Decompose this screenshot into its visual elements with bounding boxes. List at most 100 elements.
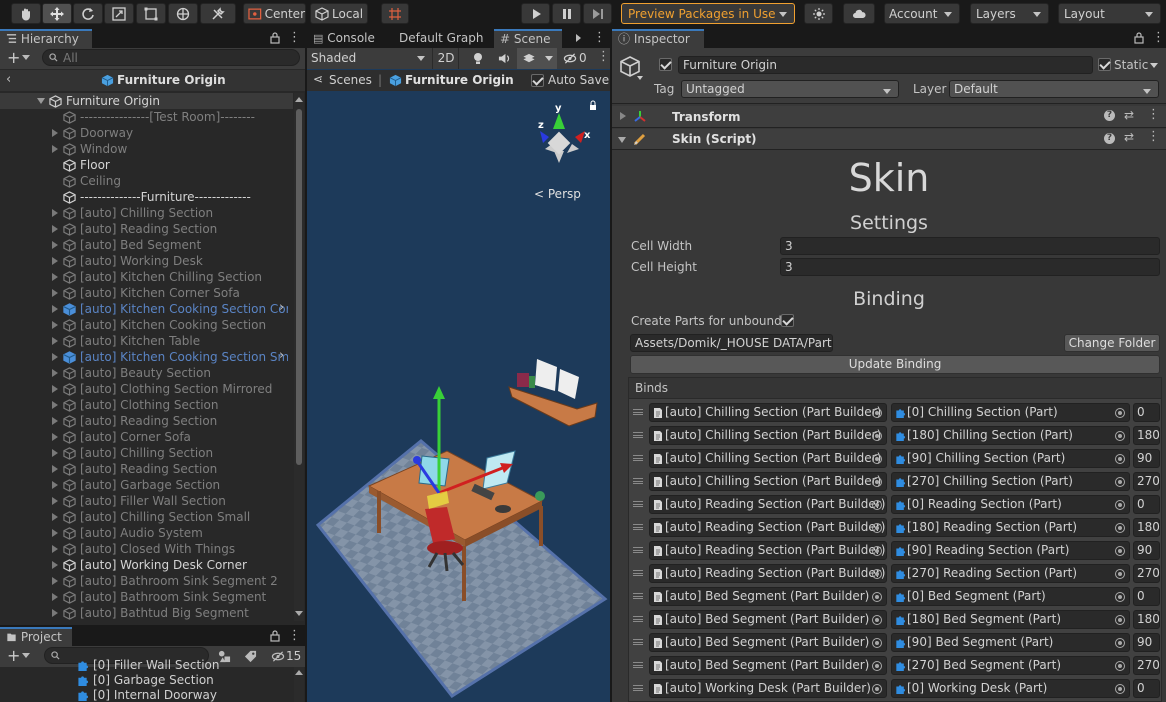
back-arrow-icon[interactable]: ‹ [6,72,11,87]
hierarchy-item[interactable]: Doorway [0,125,290,141]
rotation-input[interactable]: 180 [1133,518,1160,537]
create-parts-checkbox[interactable] [781,314,794,327]
projection-label[interactable]: < Persp [534,186,581,202]
part-field[interactable]: [90] Chilling Section (Part) [891,449,1130,468]
expand-arrow-icon[interactable] [52,513,58,521]
object-picker-icon[interactable] [872,592,882,602]
preview-packages-dropdown[interactable]: Preview Packages in Use [621,3,795,24]
expand-arrow-icon[interactable] [52,529,58,537]
expand-arrow-icon[interactable] [52,417,58,425]
rotation-input[interactable]: 0 [1133,403,1160,422]
hierarchy-item[interactable]: [auto] Kitchen Cooking Section [0,317,290,333]
add-dropdown-icon[interactable] [22,55,30,60]
object-picker-icon[interactable] [1115,661,1125,671]
tabs-overflow-icon[interactable] [576,34,581,42]
bind-row[interactable]: [auto] Bed Segment (Part Builder) [0] Bed… [629,586,1160,607]
open-prefab-chevron-icon[interactable]: › [279,348,284,363]
hierarchy-root-row[interactable]: Furniture Origin [0,93,293,109]
bind-row[interactable]: [auto] Reading Section (Part Builder) [90… [629,540,1160,561]
expand-arrow-icon[interactable] [52,401,58,409]
expand-arrow-icon[interactable] [52,545,58,553]
drag-handle-icon[interactable] [633,409,643,415]
hierarchy-search-input[interactable]: All [42,49,300,66]
object-picker-icon[interactable] [872,569,882,579]
expand-arrow-icon[interactable] [37,98,45,104]
skin-foldout-icon[interactable] [618,137,626,143]
step-button[interactable] [583,3,612,24]
bind-row[interactable]: [auto] Working Desk (Part Builder) [0] Wo… [629,678,1160,699]
hierarchy-item[interactable]: [auto] Garbage Section [0,477,290,493]
pivot-mode-button[interactable]: Center [243,3,306,24]
effects-dropdown[interactable] [517,48,557,69]
transform-component-header[interactable]: Transform ? ⇄ ⋮ [612,106,1166,128]
scroll-down-icon[interactable] [295,611,303,616]
project-lock-icon[interactable] [270,630,280,642]
rect-tool-button[interactable] [136,3,166,24]
part-builder-field[interactable]: [auto] Bed Segment (Part Builder) [649,656,887,675]
tab-scene[interactable]: # Scene [494,29,562,48]
2d-mode-button[interactable]: 2D [434,48,459,69]
expand-arrow-icon[interactable] [52,225,58,233]
expand-arrow-icon[interactable] [52,497,58,505]
part-field[interactable]: [0] Reading Section (Part) [891,495,1130,514]
drag-handle-icon[interactable] [633,501,643,507]
bind-row[interactable]: [auto] Chilling Section (Part Builder) [2… [629,471,1160,492]
breadcrumb-scenes[interactable]: Scenes [329,72,372,88]
object-picker-icon[interactable] [872,523,882,533]
breadcrumb-prefab[interactable]: Furniture Origin [405,72,514,88]
rotation-input[interactable]: 90 [1133,541,1160,560]
expand-arrow-icon[interactable] [52,289,58,297]
collab-button[interactable] [804,3,833,24]
object-picker-icon[interactable] [1115,431,1125,441]
hierarchy-item[interactable]: [auto] Kitchen Table [0,333,290,349]
hierarchy-item[interactable]: [auto] Clothing Section Mirrored [0,381,290,397]
object-picker-icon[interactable] [1115,454,1125,464]
add-icon[interactable]: + [7,48,20,67]
part-builder-field[interactable]: [auto] Bed Segment (Part Builder) [649,610,887,629]
hierarchy-item[interactable]: [auto] Bed Segment [0,237,290,253]
object-picker-icon[interactable] [1115,408,1125,418]
hierarchy-item[interactable]: [auto] Filler Wall Section [0,493,290,509]
part-field[interactable]: [270] Reading Section (Part) [891,564,1130,583]
object-picker-icon[interactable] [872,661,882,671]
expand-arrow-icon[interactable] [52,305,58,313]
skin-presets-icon[interactable]: ⇄ [1124,130,1134,144]
tab-inspector[interactable]: ⓘ Inspector [612,29,704,48]
part-field[interactable]: [90] Bed Segment (Part) [891,633,1130,652]
rotation-input[interactable]: 0 [1133,587,1160,606]
bind-row[interactable]: [auto] Reading Section (Part Builder) [18… [629,517,1160,538]
scene-more-icon[interactable]: ⋮ [593,30,606,45]
part-builder-field[interactable]: [auto] Chilling Section (Part Builder) [649,403,887,422]
more-options-icon[interactable]: ⋮ [288,30,301,45]
object-picker-icon[interactable] [872,500,882,510]
part-builder-field[interactable]: [auto] Working Desk (Part Builder) [649,679,887,698]
layout-dropdown[interactable]: Layout [1058,3,1161,24]
play-button[interactable] [521,3,550,24]
expand-arrow-icon[interactable] [52,273,58,281]
rotation-input[interactable]: 180 [1133,610,1160,629]
part-field[interactable]: [0] Working Desk (Part) [891,679,1130,698]
part-field[interactable]: [90] Reading Section (Part) [891,541,1130,560]
cell-height-input[interactable]: 3 [780,258,1160,276]
part-builder-field[interactable]: [auto] Reading Section (Part Builder) [649,541,887,560]
drag-handle-icon[interactable] [633,616,643,622]
part-field[interactable]: [0] Chilling Section (Part) [891,403,1130,422]
hierarchy-item[interactable]: [auto] Reading Section [0,413,290,429]
project-item[interactable]: [0] Filler Wall Section [0,658,290,673]
part-field[interactable]: [180] Bed Segment (Part) [891,610,1130,629]
folder-path-input[interactable]: Assets/Domik/_HOUSE DATA/Parts [630,334,833,352]
expand-arrow-icon[interactable] [52,369,58,377]
rotation-input[interactable]: 0 [1133,679,1160,698]
hidden-objects-toggle[interactable]: 0 [560,48,592,69]
hierarchy-item[interactable]: --------------Furniture------------- [0,189,290,205]
drag-handle-icon[interactable] [633,639,643,645]
lock-icon[interactable] [270,32,280,44]
tab-hierarchy[interactable]: Hierarchy [0,29,92,48]
project-item[interactable]: [0] Internal Doorway [0,688,290,702]
icon-dropdown-arrow[interactable] [637,76,643,80]
project-item[interactable]: [0] Garbage Section [0,673,290,688]
bind-row[interactable]: [auto] Reading Section (Part Builder) [27… [629,563,1160,584]
tag-dropdown[interactable]: Untagged [681,80,899,98]
drag-handle-icon[interactable] [633,524,643,530]
part-builder-field[interactable]: [auto] Reading Section (Part Builder) [649,564,887,583]
